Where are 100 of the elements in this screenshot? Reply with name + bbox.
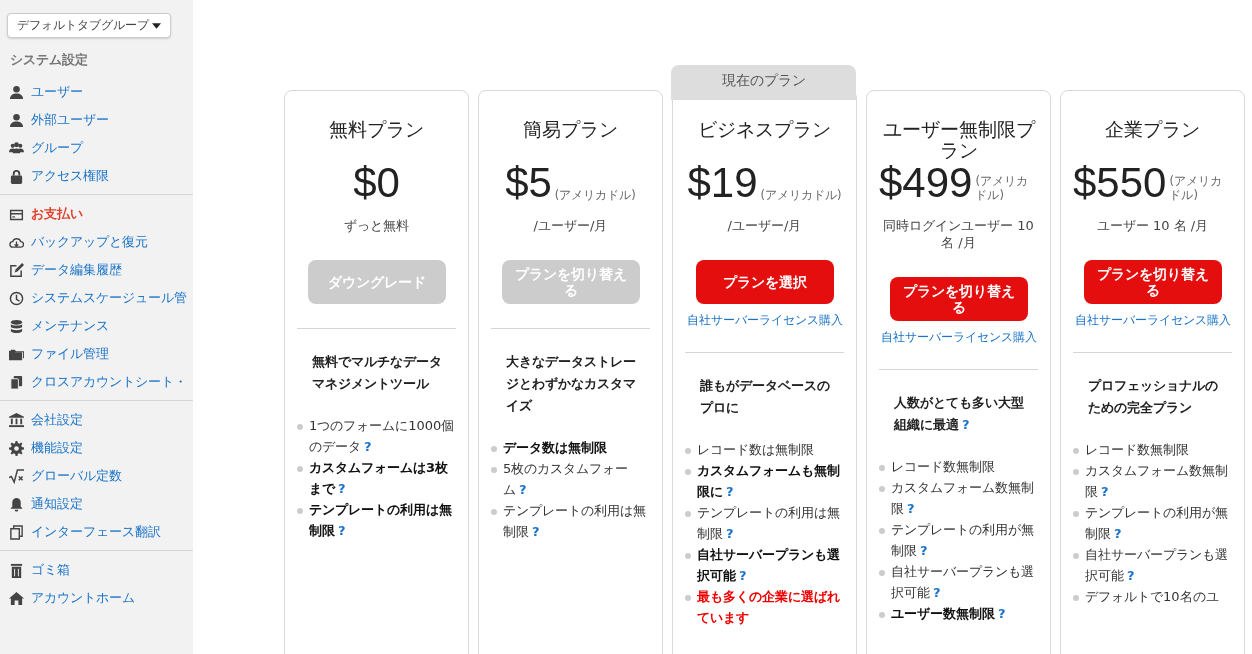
currency-note: (アメリカドル) [554, 188, 636, 202]
user-icon [9, 112, 24, 128]
plan-button[interactable]: プランを選択 [695, 260, 834, 304]
plan-tagline: 誰もがデータベースのプロに [700, 377, 831, 417]
help-link[interactable]: ? [920, 543, 928, 558]
database-icon [9, 318, 24, 334]
plan-price: $0 [353, 159, 400, 207]
license-link[interactable]: 自社サーバーライセンス購入 [686, 313, 843, 328]
home-icon [9, 590, 24, 606]
bullet-icon [491, 509, 497, 515]
current-plan-banner: 現在のプラン [671, 65, 856, 100]
sidebar-item[interactable]: お支払い [0, 200, 193, 228]
feature-text: デフォルトで10名のユ [1085, 588, 1220, 606]
plan-title: 無料プラン [328, 119, 425, 142]
sidebar-item[interactable]: データ編集履歴 [0, 256, 193, 284]
bank-icon [9, 412, 24, 428]
help-link[interactable]: ? [726, 526, 734, 541]
help-link[interactable]: ? [519, 482, 527, 497]
feature-text: カスタムフォームも無制限に ? [697, 462, 841, 501]
sidebar-item[interactable]: 通知設定 [0, 490, 193, 518]
bullet-icon [491, 467, 497, 473]
help-link[interactable]: ? [1114, 526, 1122, 541]
sidebar-item[interactable]: ユーザー [0, 78, 193, 106]
feature-text: カスタムフォーム数無制限 ? [891, 479, 1035, 518]
plan-tagline: 人数がとても多い大型組織に最適 ? [894, 394, 1025, 434]
help-link[interactable]: ? [338, 523, 346, 538]
billing-period: ずっと無料 [344, 217, 409, 234]
plan-tagline: プロフェッショナルのための完全プラン [1088, 377, 1219, 417]
plan-button[interactable]: プランを切り替える [1083, 260, 1222, 304]
tab-group-dropdown[interactable]: デフォルトタブグループ [7, 13, 171, 38]
sidebar-item[interactable]: 会社設定 [0, 406, 193, 434]
sidebar-item[interactable]: バックアップと復元 [0, 228, 193, 256]
feature-text: テンプレートの利用が無制限 ? [1085, 504, 1229, 543]
help-link[interactable]: ? [338, 481, 346, 496]
feature-text: テンプレートの利用が無制限 ? [891, 521, 1035, 560]
bullet-icon [879, 465, 885, 471]
sidebar-item[interactable]: 外部ユーザー [0, 106, 193, 134]
plan-title: ユーザー無制限プラン [881, 119, 1037, 161]
sidebar-item[interactable]: グローバル定数 [0, 462, 193, 490]
trash-icon [9, 562, 24, 578]
help-link[interactable]: ? [907, 501, 915, 516]
help-link[interactable]: ? [933, 585, 941, 600]
license-link[interactable]: 自社サーバーライセンス購入 [1074, 313, 1231, 328]
help-link[interactable]: ? [1127, 568, 1135, 583]
edit-icon [9, 262, 24, 278]
bullet-icon [685, 595, 691, 601]
plan-button[interactable]: プランを切り替える [889, 277, 1028, 321]
help-link[interactable]: ? [364, 439, 372, 454]
help-link[interactable]: ? [739, 568, 747, 583]
plan-title: ビジネスプラン [697, 119, 832, 142]
stack-icon [9, 374, 24, 390]
feature-text: 自社サーバープランも選択可能 ? [891, 563, 1035, 602]
bullet-icon [685, 448, 691, 454]
sidebar-item[interactable]: アクセス権限 [0, 162, 193, 190]
feature-text: テンプレートの利用は無制限 ? [309, 501, 453, 540]
help-link[interactable]: ? [726, 484, 734, 499]
bullet-icon [879, 486, 885, 492]
feature-text: 最も多くの企業に選ばれています [697, 588, 841, 627]
sidebar-item[interactable]: システムスケージュール管 [0, 284, 193, 312]
bullet-icon [1073, 448, 1079, 454]
help-link[interactable]: ? [1101, 484, 1109, 499]
plan-price: $19 [687, 159, 758, 207]
sidebar-item[interactable]: メンテナンス [0, 312, 193, 340]
help-link[interactable]: ? [962, 417, 970, 432]
plan-price: $499 [879, 159, 973, 207]
bullet-icon [685, 511, 691, 517]
plan-title: 簡易プラン [522, 119, 619, 142]
billing-period: 同時ログインユーザー 10 名 /月 [882, 217, 1035, 251]
currency-note: (アメリカドル) [760, 188, 842, 202]
feature-text: カスタムフォームは3枚まで ? [309, 459, 450, 498]
feature-text: テンプレートの利用は無制限 ? [697, 504, 841, 543]
billing-period: ユーザー 10 名 /月 [1096, 217, 1209, 234]
sidebar-item[interactable]: アカウントホーム [0, 584, 193, 612]
feature-text: 自社サーバープランも選択可能 ? [1085, 546, 1229, 585]
bullet-icon [297, 508, 303, 514]
help-link[interactable]: ? [998, 606, 1006, 621]
sidebar-item[interactable]: ファイル管理 [0, 340, 193, 368]
sidebar-heading: システム設定 [10, 51, 89, 69]
bullet-icon [685, 469, 691, 475]
feature-text: 1つのフォームに1000個のデータ ? [309, 417, 456, 456]
currency-note: (アメリカドル) [1169, 174, 1223, 202]
bullet-icon [1073, 469, 1079, 475]
sidebar-item[interactable]: グループ [0, 134, 193, 162]
feature-text: レコード数無制限 [1085, 441, 1190, 459]
bell-icon [9, 496, 24, 512]
sidebar-item[interactable]: 機能設定 [0, 434, 193, 462]
sidebar-item[interactable]: ゴミ箱 [0, 556, 193, 584]
sidebar-item[interactable]: インターフェース翻訳 [0, 518, 193, 546]
feature-text: カスタムフォーム数無制限 ? [1085, 462, 1229, 501]
plan-price: $5 [505, 159, 552, 207]
feature-text: レコード数無制限 [891, 458, 996, 476]
group-icon [9, 140, 24, 156]
bullet-icon [879, 612, 885, 618]
sqrt-icon [9, 468, 24, 484]
plan-tagline: 無料でマルチなデータマネジメントツール [312, 353, 443, 393]
plan-price: $550 [1073, 159, 1167, 207]
bullet-icon [685, 553, 691, 559]
sidebar-item[interactable]: クロスアカウントシート・ [0, 368, 193, 396]
license-link[interactable]: 自社サーバーライセンス購入 [880, 330, 1037, 345]
help-link[interactable]: ? [532, 524, 540, 539]
